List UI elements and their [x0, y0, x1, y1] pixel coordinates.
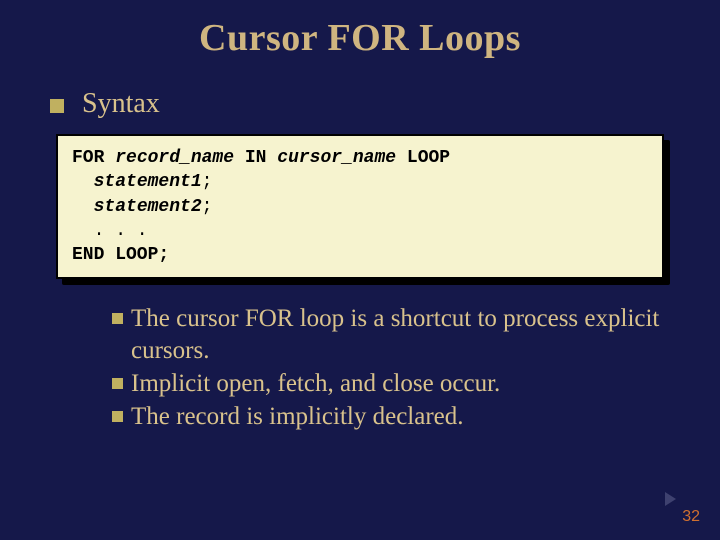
code-ident: cursor_name — [277, 148, 396, 168]
page-title: Cursor FOR Loops — [40, 16, 680, 60]
code-kw: LOOP — [396, 148, 450, 168]
code-ident: statement2 — [94, 197, 202, 217]
code-ident: statement1 — [94, 172, 202, 192]
code-kw: END LOOP; — [72, 245, 169, 265]
list-item: Implicit open, fetch, and close occur. — [112, 368, 660, 399]
bullet-list: The cursor FOR loop is a shortcut to pro… — [112, 303, 660, 432]
page-number: 32 — [682, 508, 700, 526]
square-bullet-icon — [50, 99, 64, 113]
list-item-text: Implicit open, fetch, and close occur. — [131, 368, 500, 399]
section-row: Syntax — [50, 88, 680, 120]
next-arrow-icon[interactable] — [665, 492, 676, 506]
section-label: Syntax — [82, 88, 160, 120]
code-block: FOR record_name IN cursor_name LOOP stat… — [56, 134, 664, 279]
code-kw: IN — [234, 148, 277, 168]
square-bullet-icon — [112, 411, 123, 422]
code-ident: record_name — [115, 148, 234, 168]
list-item-text: The cursor FOR loop is a shortcut to pro… — [131, 303, 660, 366]
square-bullet-icon — [112, 378, 123, 389]
code-kw: FOR — [72, 148, 115, 168]
list-item: The cursor FOR loop is a shortcut to pro… — [112, 303, 660, 366]
list-item: The record is implicitly declared. — [112, 401, 660, 432]
square-bullet-icon — [112, 313, 123, 324]
code-punct: ; — [202, 172, 213, 192]
code-punct: ; — [202, 197, 213, 217]
slide: Cursor FOR Loops Syntax FOR record_name … — [0, 0, 720, 432]
list-item-text: The record is implicitly declared. — [131, 401, 464, 432]
code-box: FOR record_name IN cursor_name LOOP stat… — [56, 134, 664, 279]
code-ellipsis: . . . — [72, 221, 148, 241]
